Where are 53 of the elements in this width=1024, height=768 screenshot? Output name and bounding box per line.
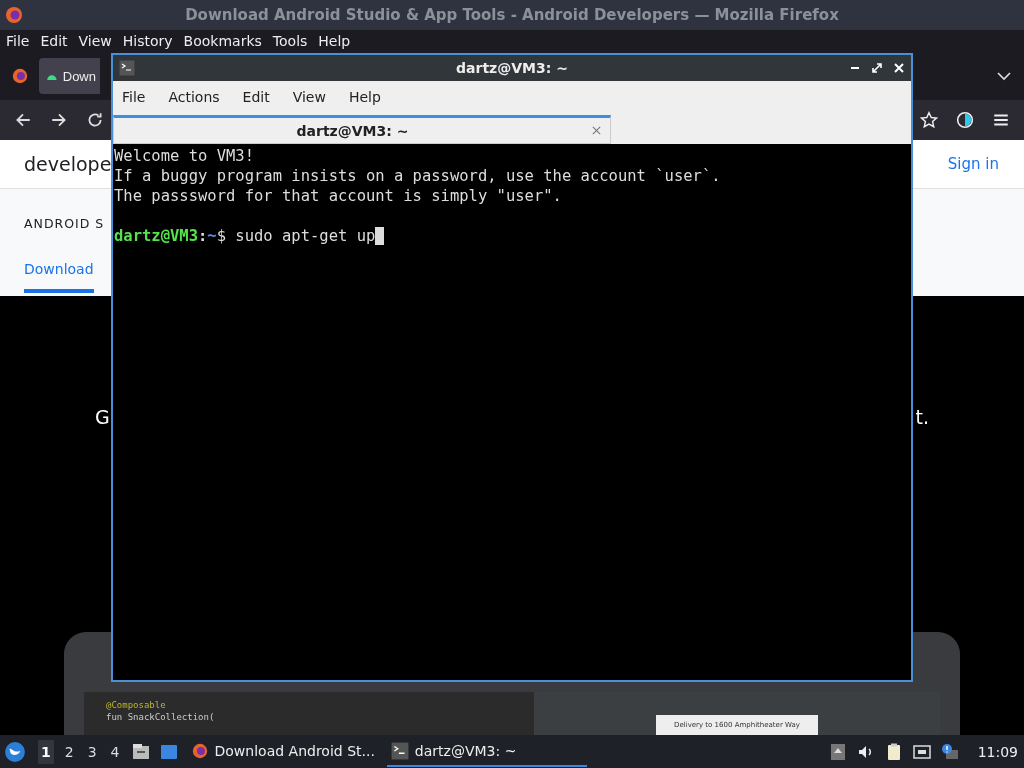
window-title: Download Android Studio & App Tools - Android Developers — Mozilla Firefox	[184, 6, 840, 24]
hero-text: G	[95, 406, 110, 428]
code-line: @Composable	[106, 700, 167, 710]
code-line: fun SnackCollection(	[106, 712, 216, 722]
terminal-line: Welcome to VM3!	[114, 146, 255, 166]
half-circle-icon[interactable]	[956, 111, 974, 129]
taskbar-task[interactable]: Download Android St...	[186, 736, 379, 767]
terminal-line: If a buggy program insists on a password, use the account `user`.	[114, 166, 722, 186]
browser-tab[interactable]: Down	[39, 58, 100, 94]
menu-item[interactable]: View	[292, 89, 326, 105]
workspace-button[interactable]: 3	[84, 739, 100, 764]
sign-in-link[interactable]: Sign in	[947, 155, 999, 173]
taskbar-task[interactable]: dartz@VM3: ~	[386, 736, 587, 767]
star-icon[interactable]	[920, 111, 938, 129]
menu-item[interactable]: View	[78, 33, 112, 49]
text-cursor	[375, 227, 385, 245]
terminal-icon	[119, 60, 135, 76]
notification-icon[interactable]	[939, 741, 960, 762]
menu-item[interactable]: Edit	[40, 33, 68, 49]
menu-item[interactable]: History	[122, 33, 173, 49]
terminal-icon	[390, 741, 409, 760]
workspace-button[interactable]: 1	[38, 739, 54, 764]
menu-item[interactable]: Bookmarks	[183, 33, 262, 49]
menu-item[interactable]: File	[6, 33, 30, 49]
reload-icon[interactable]	[86, 111, 104, 129]
firefox-icon[interactable]	[11, 67, 29, 85]
back-icon[interactable]	[14, 111, 32, 129]
prompt-path: ~	[207, 226, 217, 246]
menu-item[interactable]: Help	[318, 33, 351, 49]
menu-item[interactable]: Tools	[272, 33, 308, 49]
chevron-down-icon[interactable]	[996, 71, 1012, 81]
hero-text: t.	[915, 406, 929, 428]
site-logo-text[interactable]: develope	[24, 153, 112, 175]
prompt-separator: :	[198, 226, 208, 246]
menu-item[interactable]: Actions	[168, 89, 220, 105]
prompt-user: dartz@VM3	[114, 226, 198, 246]
firefox-icon	[4, 5, 24, 25]
menu-item[interactable]: Help	[348, 89, 381, 105]
clock-text: 11:09	[977, 743, 1018, 760]
firefox-icon	[190, 741, 209, 760]
menu-item[interactable]: Edit	[242, 89, 270, 105]
workspace-button[interactable]: 2	[61, 739, 77, 764]
command-text: $ sudo apt-get up	[216, 226, 376, 246]
maximize-icon[interactable]	[871, 62, 883, 74]
workspace-button[interactable]: 4	[107, 739, 123, 764]
terminal-line: The passsword for that account is simply "user".	[114, 186, 563, 206]
terminal-tab[interactable]: dartz@VM3: ~	[113, 115, 611, 144]
section-title: ANDROID S	[24, 216, 105, 231]
window-title: dartz@VM3: ~	[455, 60, 569, 76]
menu-item[interactable]: File	[122, 89, 146, 105]
forward-icon[interactable]	[50, 111, 68, 129]
file-manager-icon[interactable]	[130, 741, 151, 762]
start-menu-icon[interactable]	[4, 740, 26, 763]
